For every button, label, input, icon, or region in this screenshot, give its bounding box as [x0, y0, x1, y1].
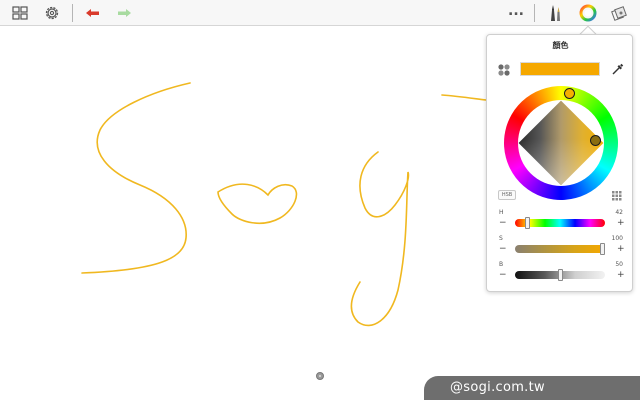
- color-mode-button[interactable]: HSB: [498, 190, 516, 200]
- saturation-slider-thumb[interactable]: [600, 243, 605, 255]
- watermark-bar: @sogi.com.tw: [424, 376, 640, 400]
- hue-value: 42: [615, 209, 623, 216]
- hue-marker[interactable]: [564, 88, 575, 99]
- top-toolbar: ...: [0, 0, 640, 26]
- redo-arrow-icon[interactable]: [114, 3, 134, 23]
- undo-arrow-icon[interactable]: [83, 3, 103, 23]
- hue-label: H: [499, 209, 504, 216]
- toolbar-divider: [534, 4, 535, 22]
- canvas-scroll-knob[interactable]: [316, 372, 324, 380]
- color-wheel-icon[interactable]: [578, 3, 598, 23]
- brightness-label: B: [499, 261, 504, 268]
- saturation-value: 100: [611, 235, 623, 242]
- hue-minus-button[interactable]: −: [499, 219, 507, 228]
- swatch-grid-icon[interactable]: [612, 191, 622, 201]
- eyedropper-icon[interactable]: [611, 62, 625, 76]
- brightness-minus-button[interactable]: −: [499, 271, 507, 280]
- saturation-label: S: [499, 235, 503, 242]
- stroke-letter-s: [81, 82, 191, 274]
- saturation-minus-button[interactable]: −: [499, 245, 507, 254]
- stroke-letter-o: [217, 183, 298, 225]
- layers-icon[interactable]: [610, 3, 630, 23]
- brightness-slider-thumb[interactable]: [557, 269, 563, 281]
- stroke-letter-i: [441, 94, 487, 101]
- stroke-letter-g: [350, 151, 410, 327]
- saturation-plus-button[interactable]: +: [617, 245, 625, 254]
- panel-title: 顏色: [552, 41, 569, 50]
- hue-plus-button[interactable]: +: [617, 219, 625, 228]
- more-options-button[interactable]: ...: [506, 3, 526, 23]
- current-color-swatch: [520, 62, 600, 76]
- color-panel: 顏色 HSB H 42 − + S 100 − + B 50 − +: [483, 34, 639, 292]
- sb-marker[interactable]: [590, 135, 601, 146]
- brightness-value: 50: [615, 261, 623, 268]
- gear-icon[interactable]: [42, 3, 62, 23]
- watermark-text: @sogi.com.tw: [450, 380, 545, 395]
- brushes-icon[interactable]: [546, 3, 566, 23]
- color-sets-icon[interactable]: [497, 63, 511, 77]
- grid-icon[interactable]: [10, 3, 30, 23]
- toolbar-divider: [72, 4, 73, 22]
- brightness-plus-button[interactable]: +: [617, 271, 625, 280]
- hue-slider-thumb[interactable]: [525, 217, 531, 229]
- saturation-slider[interactable]: [515, 245, 605, 253]
